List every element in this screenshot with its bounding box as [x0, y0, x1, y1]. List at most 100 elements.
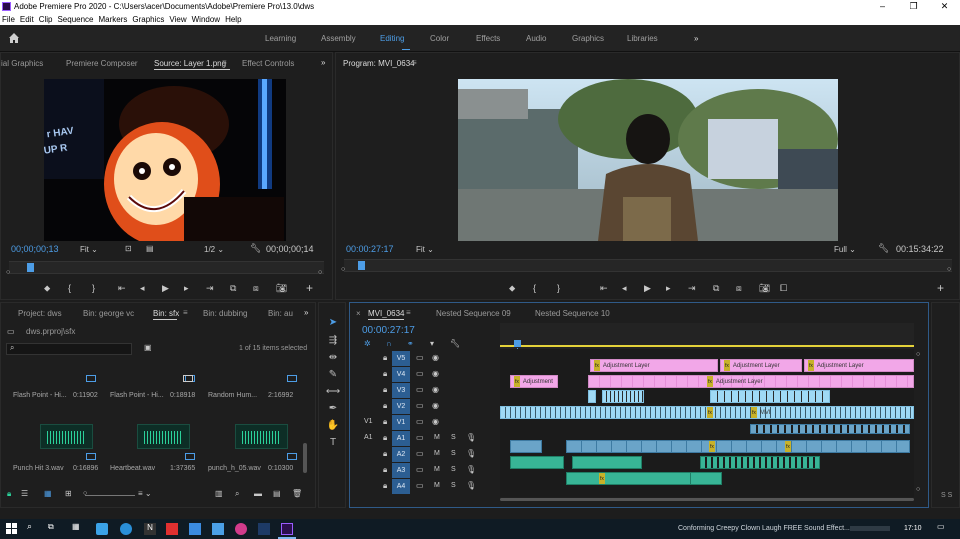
solo-button[interactable]: S	[451, 434, 456, 441]
video-clip[interactable]	[602, 390, 644, 403]
workspace-graphics[interactable]: Graphics	[572, 34, 604, 43]
menu-clip[interactable]: Clip	[39, 15, 53, 24]
go-to-in-icon[interactable]: ⇤	[118, 283, 126, 294]
close-button[interactable]: ✕	[929, 0, 960, 13]
video-clip[interactable]	[588, 390, 596, 403]
adjustment-layer-clip[interactable]: fx Adjustment Layer	[588, 375, 914, 388]
work-area-bar[interactable]	[500, 345, 914, 347]
mute-button[interactable]: M	[434, 466, 440, 473]
track-lock-icon[interactable]: 🔒︎	[383, 353, 387, 363]
track-target-toggle[interactable]: A1	[392, 431, 410, 446]
audio-clip[interactable]	[510, 456, 564, 469]
trash-icon[interactable]: 🗑︎	[292, 489, 302, 498]
workspace-learning[interactable]: Learning	[265, 34, 296, 43]
track-lock-icon[interactable]: 🔒︎	[383, 417, 387, 427]
nest-icon[interactable]: ✲	[364, 339, 371, 348]
lock-icon[interactable]: 🔒︎	[7, 489, 11, 499]
solo-button[interactable]: S	[451, 450, 456, 457]
menu-graphics[interactable]: Graphics	[132, 15, 164, 24]
track-target-toggle[interactable]: A3	[392, 463, 410, 478]
mark-in-icon[interactable]: {	[68, 283, 71, 293]
timeline-horizontal-scroll[interactable]	[500, 495, 914, 503]
more-bins-icon[interactable]: »	[304, 308, 308, 317]
menu-file[interactable]: File	[2, 15, 15, 24]
slip-tool-icon[interactable]: ⟷	[325, 386, 341, 400]
bin-search-input[interactable]: ⌕	[6, 343, 132, 355]
bin-scrollbar[interactable]	[303, 443, 307, 473]
program-quality-dropdown[interactable]: Full ⌄	[834, 245, 856, 254]
sync-lock-icon[interactable]: ▭	[416, 353, 424, 362]
more-tabs-icon[interactable]: »	[321, 58, 325, 67]
video-clip-track-v1[interactable]: fx fx MVI	[500, 406, 914, 419]
source-patch-a1[interactable]: A1	[364, 434, 373, 441]
menu-view[interactable]: View	[169, 15, 186, 24]
timeline-timecode[interactable]: 00:00:27:17	[362, 325, 415, 336]
freeform-view-icon[interactable]: ⊞	[65, 489, 72, 498]
track-lock-icon[interactable]: 🔒︎	[383, 481, 387, 491]
bin-item[interactable]: Random Hum... 2:16992	[183, 363, 298, 421]
source-playhead[interactable]	[27, 263, 34, 272]
audio-clip[interactable]	[510, 440, 542, 453]
eye-icon[interactable]: ◉	[432, 385, 439, 394]
program-step-back-icon[interactable]: ◂	[622, 283, 627, 294]
menu-markers[interactable]: Markers	[99, 15, 128, 24]
lift-icon[interactable]: ⧉	[713, 283, 719, 294]
tab-project[interactable]: Project: dws	[18, 309, 62, 318]
source-time-ruler[interactable]	[9, 261, 324, 274]
program-mark-out-icon[interactable]: }	[557, 283, 560, 293]
step-back-icon[interactable]: ◂	[140, 283, 145, 294]
source-fit-dropdown[interactable]: Fit ⌄	[80, 245, 98, 254]
adjustment-layer-clip[interactable]: fx Adjustment Layer	[804, 359, 914, 372]
track-lock-icon[interactable]: 🔒︎	[383, 401, 387, 411]
sync-lock-icon[interactable]: ▭	[416, 401, 424, 410]
audio-clip[interactable]	[750, 424, 910, 434]
track-lock-icon[interactable]: 🔒︎	[383, 449, 387, 459]
tab-bin-dubbing[interactable]: Bin: dubbing	[203, 309, 247, 318]
bin-item[interactable]: Flash Point - Hi... 0:18918	[105, 363, 198, 421]
solo-button[interactable]: S	[451, 466, 456, 473]
meter-solo-buttons[interactable]: S S	[941, 492, 952, 499]
source-patch-v1[interactable]: V1	[364, 418, 373, 425]
mail-icon[interactable]	[189, 523, 201, 535]
edge-icon[interactable]	[120, 523, 132, 535]
bin-item[interactable]: Heartbeat.wav 1:37365	[105, 423, 198, 481]
comparison-view-icon[interactable]: ⧠	[780, 283, 787, 294]
tab-nested-sequence-09[interactable]: Nested Sequence 09	[436, 309, 511, 318]
vertical-zoom-handle-bottom[interactable]: ○	[916, 486, 920, 493]
program-play-icon[interactable]: ▶	[644, 283, 651, 294]
audio-clip[interactable]	[700, 456, 820, 469]
insert-icon[interactable]: ⧉	[230, 283, 236, 294]
close-sequence-icon[interactable]: ×	[356, 309, 361, 318]
snap-icon[interactable]: ∩	[386, 339, 392, 348]
eye-icon[interactable]: ◉	[432, 353, 439, 362]
program-menu-icon[interactable]: ≡	[412, 58, 417, 67]
workspace-color[interactable]: Color	[430, 34, 449, 43]
notion-icon[interactable]: N	[144, 523, 156, 535]
eye-icon[interactable]: ◉	[432, 417, 439, 426]
source-menu-icon[interactable]: ≡	[222, 58, 227, 67]
bin-item[interactable]: Punch Hit 3.wav 0:16896	[6, 423, 99, 481]
premiere-taskbar-icon[interactable]	[281, 523, 293, 535]
photoshop-icon[interactable]	[258, 523, 270, 535]
menu-sequence[interactable]: Sequence	[57, 15, 93, 24]
linked-selection-icon[interactable]: ⚭	[407, 339, 414, 348]
source-timecode-in[interactable]: 00;00;00;13	[11, 244, 59, 254]
overwrite-icon[interactable]: ⧈	[253, 283, 259, 294]
track-lock-icon[interactable]: 🔒︎	[383, 385, 387, 395]
adjustment-layer-clip[interactable]: fx Adjustment	[510, 375, 558, 388]
sync-lock-icon[interactable]: ▭	[416, 465, 424, 474]
microphone-icon[interactable]: 🎙︎	[466, 433, 476, 442]
source-insert-icon[interactable]: ▤	[146, 244, 154, 253]
audio-clip[interactable]	[572, 456, 642, 469]
tab-nested-sequence-10[interactable]: Nested Sequence 10	[535, 309, 610, 318]
track-lock-icon[interactable]: 🔒︎	[383, 433, 387, 443]
new-item-icon[interactable]: ▤	[273, 489, 281, 498]
track-target-toggle[interactable]: V2	[392, 399, 410, 414]
track-target-toggle[interactable]: A4	[392, 479, 410, 494]
program-playhead[interactable]	[358, 261, 365, 270]
track-select-tool-icon[interactable]: ⇶	[325, 335, 341, 349]
menu-help[interactable]: Help	[225, 15, 241, 24]
new-bin-icon[interactable]: ▣	[144, 343, 152, 352]
mute-button[interactable]: M	[434, 434, 440, 441]
app-icon-red[interactable]	[166, 523, 178, 535]
